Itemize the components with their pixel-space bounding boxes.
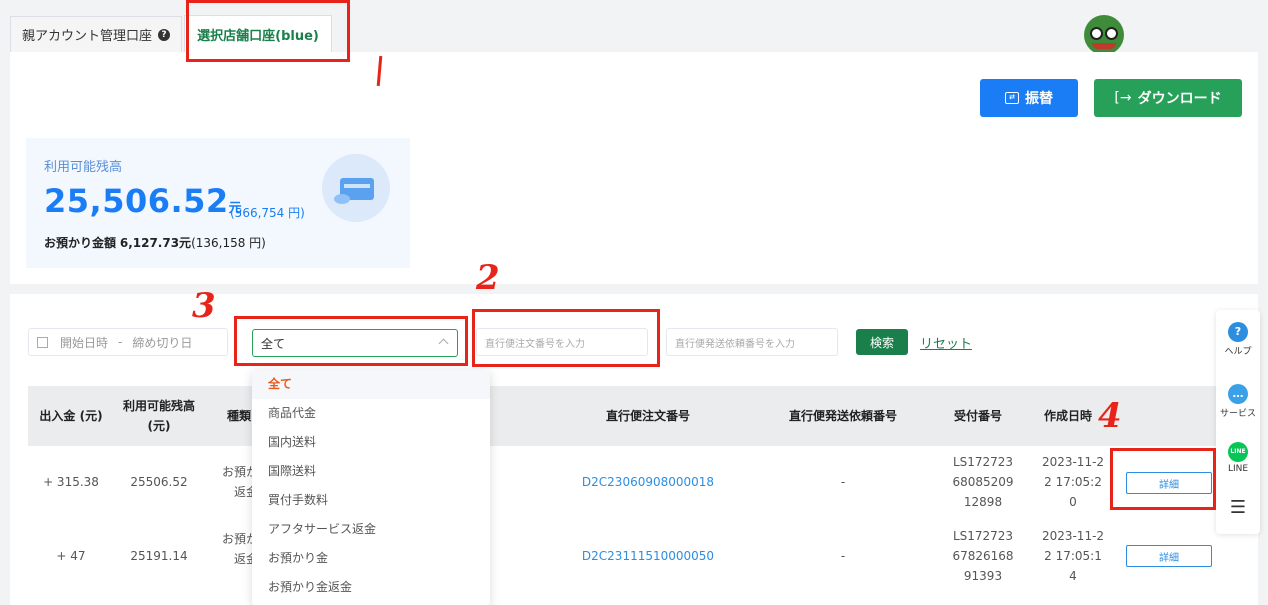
balance-amount-value: 25,506.52 — [44, 182, 229, 220]
header-ship-no: 直行便発送依頼番号 — [788, 409, 897, 423]
cell-ship-no: - — [840, 549, 846, 563]
cell-balance: 25506.52 — [130, 475, 188, 489]
transfer-button[interactable]: ⇄ 振替 — [980, 79, 1078, 117]
annotation-box-2 — [472, 309, 660, 367]
dropdown-option[interactable]: 買付手数料 — [252, 486, 490, 515]
annotation-box-4 — [1110, 448, 1216, 510]
dropdown-option[interactable]: お預かり金返金 — [252, 573, 490, 602]
dropdown-option[interactable]: 商品代金 — [252, 399, 490, 428]
help-widget[interactable]: ? ヘルプ — [1216, 322, 1260, 357]
floating-sidebar: ? ヘルプ … サービス LINE LINE ☰ — [1216, 310, 1260, 534]
service-label: サービス — [1219, 409, 1256, 419]
shipping-number-placeholder: 直行便発送依頼番号を入力 — [675, 338, 795, 350]
avatar-mouth-icon — [1092, 43, 1116, 49]
help-label: ヘルプ — [1224, 347, 1252, 357]
deposit-value: 6,127.73元 — [119, 236, 192, 250]
reset-link[interactable]: リセット — [920, 333, 972, 352]
cell-balance: 25191.14 — [130, 549, 188, 563]
wallet-icon — [322, 154, 390, 222]
cell-receipt-line: 67826168 — [952, 549, 1014, 563]
header-order-no: 直行便注文番号 — [605, 409, 690, 423]
cell-receipt-line: 12898 — [963, 495, 1003, 509]
avatar-eye-icon — [1090, 27, 1103, 40]
search-button[interactable]: 検索 — [856, 329, 908, 355]
service-widget[interactable]: … サービス — [1216, 384, 1260, 419]
table-row: + 315.38 25506.52 お預か 返金 D2C230609080000… — [28, 450, 1244, 514]
shipping-number-input[interactable]: 直行便発送依頼番号を入力 — [666, 328, 838, 356]
header-balance: 利用可能残高(元) — [122, 399, 195, 433]
table-row: + 47 25191.14 お預か 返金 D2C23111510000050 -… — [28, 524, 1244, 588]
cell-ship-no: - — [840, 475, 846, 489]
cell-created-line: 4 — [1069, 569, 1077, 583]
cell-amount: + 47 — [56, 549, 86, 563]
cell-receipt-line: 91393 — [963, 569, 1003, 583]
tab-parent-label: 親アカウント管理口座 — [21, 29, 152, 44]
cell-created: 2023-11-2 2 17:05:2 0 — [1028, 450, 1118, 514]
download-label: ダウンロード — [1137, 91, 1222, 107]
transfer-icon: ⇄ — [1005, 92, 1019, 104]
annotation-box-3 — [234, 316, 468, 366]
cell-receipt-line: LS172723 — [952, 455, 1014, 469]
wallet-stripe-icon — [344, 184, 370, 188]
cell-amount: + 315.38 — [43, 475, 99, 489]
menu-collapse-icon[interactable]: ☰ — [1216, 498, 1260, 518]
cell-receipt-line: 68085209 — [952, 475, 1014, 489]
start-date-placeholder: 開始日時 — [60, 335, 109, 350]
cell-created: 2023-11-2 2 17:05:1 4 — [1028, 524, 1118, 588]
dropdown-option[interactable]: アフタサービス返金 — [252, 515, 490, 544]
deposit-label: お預かり金額 — [44, 236, 117, 250]
header-receipt: 受付番号 — [953, 409, 1002, 423]
cell-created-line: 2 17:05:2 — [1044, 475, 1102, 489]
question-icon: ? — [1228, 322, 1248, 342]
deposit-yen: (136,158 円) — [191, 236, 266, 250]
dropdown-option[interactable]: 全て — [252, 370, 490, 399]
annotation-number-4: 4 — [1098, 396, 1122, 436]
cell-created-line: 2023-11-2 — [1041, 455, 1105, 469]
balance-amount: 25,506.52元 — [44, 182, 242, 220]
date-separator: - — [118, 335, 123, 349]
annotation-number-2: 2 — [476, 258, 500, 298]
cell-created-line: 2023-11-2 — [1041, 529, 1105, 543]
tab-parent-account[interactable]: 親アカウント管理口座 ? — [10, 16, 182, 52]
download-button[interactable]: [→ ダウンロード — [1094, 79, 1242, 117]
cell-type: お預か 返金 — [208, 524, 258, 574]
cell-type: お預か 返金 — [208, 450, 258, 514]
cell-receipt: LS172723 67826168 91393 — [938, 524, 1028, 588]
download-icon: [→ — [1114, 90, 1132, 106]
chat-icon: … — [1228, 384, 1248, 404]
dropdown-option[interactable]: お預かり金 — [252, 544, 490, 573]
dropdown-option[interactable]: 国際送料 — [252, 457, 490, 486]
annotation-number-3: 3 — [192, 286, 216, 326]
header-amount: 出入金 (元) — [39, 409, 103, 423]
calendar-icon — [37, 336, 48, 348]
date-range-picker[interactable]: 開始日時 - 締め切り日 — [28, 328, 228, 356]
cell-created-line: 0 — [1069, 495, 1077, 509]
order-number-link[interactable]: D2C23111510000050 — [548, 524, 748, 588]
type-dropdown-menu: 全て 商品代金 国内送料 国際送料 買付手数料 アフタサービス返金 お預かり金 … — [252, 370, 490, 605]
avatar-eye-icon — [1105, 27, 1118, 40]
balance-card: 利用可能残高 25,506.52元 (566,754 円) お預かり金額 6,1… — [26, 138, 410, 268]
coin-icon — [334, 194, 350, 204]
transfer-label: 振替 — [1025, 91, 1053, 107]
end-date-placeholder: 締め切り日 — [132, 335, 193, 350]
order-number-link[interactable]: D2C23060908000018 — [548, 450, 748, 514]
line-icon: LINE — [1228, 442, 1248, 462]
balance-label: 利用可能残高 — [44, 160, 123, 175]
cell-receipt-line: LS172723 — [952, 529, 1014, 543]
line-widget[interactable]: LINE LINE — [1216, 442, 1260, 474]
detail-button[interactable]: 詳細 — [1126, 545, 1212, 567]
line-label: LINE — [1227, 464, 1249, 474]
deposit-amount: お預かり金額 6,127.73元(136,158 円) — [44, 234, 266, 251]
balance-yen: (566,754 円) — [230, 206, 305, 220]
cell-created-line: 2 17:05:1 — [1044, 549, 1102, 563]
help-icon[interactable]: ? — [158, 28, 170, 41]
dropdown-option[interactable]: 国内送料 — [252, 428, 490, 457]
table-header: 出入金 (元) 利用可能残高(元) 種類 直行便注文番号 直行便発送依頼番号 受… — [28, 386, 1244, 446]
annotation-box-1 — [186, 0, 350, 62]
cell-receipt: LS172723 68085209 12898 — [938, 450, 1028, 514]
avatar[interactable] — [1084, 15, 1124, 55]
